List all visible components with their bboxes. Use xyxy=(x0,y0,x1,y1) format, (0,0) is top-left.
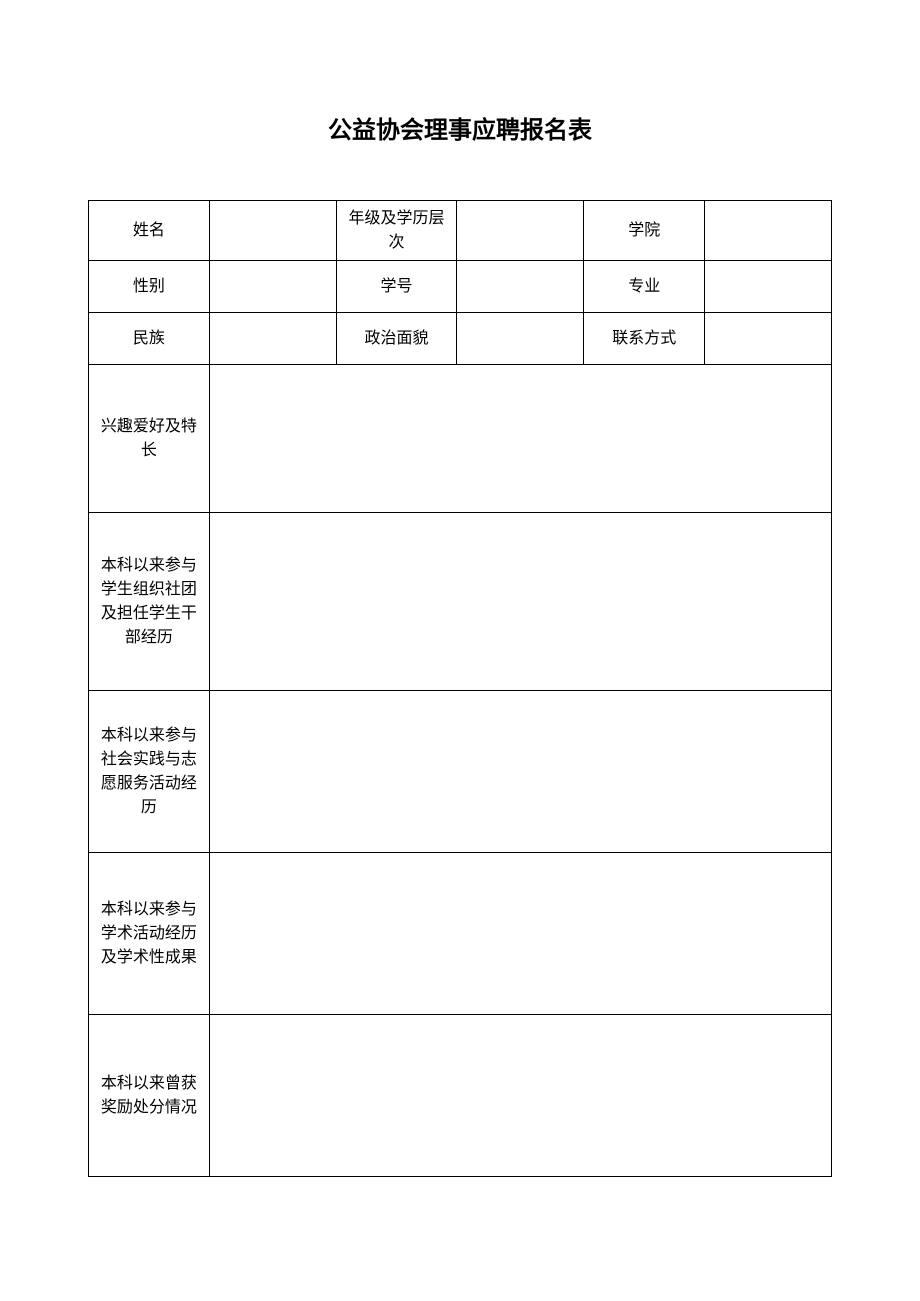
value-gender xyxy=(209,261,336,313)
application-form-table: 姓名 年级及学历层次 学院 性别 学号 专业 民族 政治面貌 联系方式 兴趣爱好… xyxy=(88,200,832,1177)
value-social-practice-experience xyxy=(209,691,831,853)
value-name xyxy=(209,201,336,261)
label-awards-punishments: 本科以来曾获奖励处分情况 xyxy=(89,1015,210,1177)
value-awards-punishments xyxy=(209,1015,831,1177)
table-row: 本科以来参与社会实践与志愿服务活动经历 xyxy=(89,691,832,853)
label-name: 姓名 xyxy=(89,201,210,261)
label-interests-strengths: 兴趣爱好及特长 xyxy=(89,365,210,513)
value-contact xyxy=(705,313,832,365)
label-political-status: 政治面貌 xyxy=(336,313,457,365)
form-title: 公益协会理事应聘报名表 xyxy=(88,110,832,145)
label-college: 学院 xyxy=(584,201,705,261)
value-student-org-experience xyxy=(209,513,831,691)
table-row: 民族 政治面貌 联系方式 xyxy=(89,313,832,365)
value-academic-experience xyxy=(209,853,831,1015)
table-row: 本科以来曾获奖励处分情况 xyxy=(89,1015,832,1177)
label-academic-experience: 本科以来参与学术活动经历及学术性成果 xyxy=(89,853,210,1015)
label-ethnicity: 民族 xyxy=(89,313,210,365)
value-major xyxy=(705,261,832,313)
value-student-id xyxy=(457,261,584,313)
value-grade-degree xyxy=(457,201,584,261)
label-major: 专业 xyxy=(584,261,705,313)
label-student-org-experience: 本科以来参与学生组织社团及担任学生干部经历 xyxy=(89,513,210,691)
label-grade-degree: 年级及学历层次 xyxy=(336,201,457,261)
value-college xyxy=(705,201,832,261)
table-row: 姓名 年级及学历层次 学院 xyxy=(89,201,832,261)
label-gender: 性别 xyxy=(89,261,210,313)
table-row: 兴趣爱好及特长 xyxy=(89,365,832,513)
table-row: 本科以来参与学术活动经历及学术性成果 xyxy=(89,853,832,1015)
label-contact: 联系方式 xyxy=(584,313,705,365)
label-student-id: 学号 xyxy=(336,261,457,313)
table-row: 性别 学号 专业 xyxy=(89,261,832,313)
table-row: 本科以来参与学生组织社团及担任学生干部经历 xyxy=(89,513,832,691)
value-interests-strengths xyxy=(209,365,831,513)
label-social-practice-experience: 本科以来参与社会实践与志愿服务活动经历 xyxy=(89,691,210,853)
value-political-status xyxy=(457,313,584,365)
value-ethnicity xyxy=(209,313,336,365)
